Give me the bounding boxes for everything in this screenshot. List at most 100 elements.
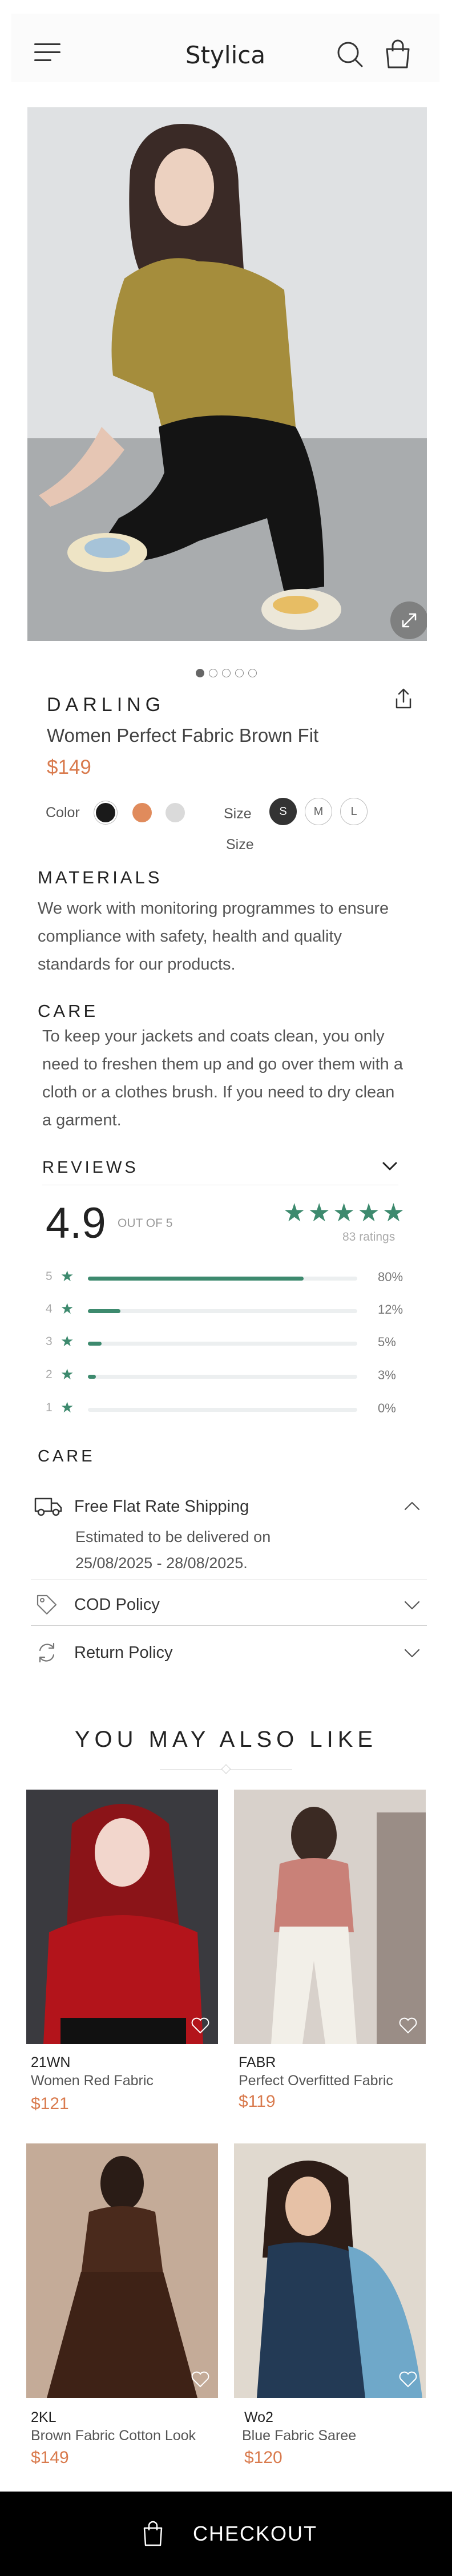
heart-icon[interactable] [398,2017,418,2034]
image-pager[interactable] [0,667,452,680]
materials-title: MATERIALS [38,867,163,887]
rating-bar-track [88,1277,357,1281]
heart-icon[interactable] [398,2371,418,2388]
truck-icon [34,1497,62,1516]
card-price: $121 [31,2094,69,2113]
app-header: Stylica [11,14,439,82]
checkout-button[interactable]: CHECKOUT [0,2492,452,2576]
rating-bar-track [88,1342,357,1346]
size-l-button[interactable]: L [340,798,368,825]
pager-dot[interactable] [220,667,232,680]
shopping-bag-icon[interactable] [382,39,413,70]
size-s-button[interactable]: S [269,798,297,825]
heart-icon[interactable] [191,2017,210,2034]
card-price: $149 [31,2448,69,2467]
card-code: FABR [239,2054,276,2070]
shipping-section-title: CARE [38,1447,95,1465]
rating-bar-row: 2 ★ 3% [46,1366,405,1385]
product-photo [26,2143,218,2398]
color-swatch-orange[interactable] [132,803,152,822]
card-name[interactable]: Brown Fabric Cotton Look [31,2428,196,2444]
search-icon[interactable] [334,39,365,70]
product-card-image[interactable] [26,1790,218,2044]
star-icon: ★ [60,1399,74,1416]
pager-dot[interactable] [193,667,206,680]
card-name[interactable]: Blue Fabric Saree [242,2428,356,2444]
average-rating: 4.9 [46,1199,106,1247]
rating-count: 83 ratings [342,1230,396,1243]
product-card-image[interactable] [26,2143,218,2398]
product-price: $149 [47,756,91,778]
rating-bar-percent: 3% [378,1368,396,1382]
chevron-up-icon[interactable] [403,1500,421,1512]
star-icon: ★ [60,1267,74,1285]
rating-bar-stars: 3 [46,1335,53,1348]
delivery-estimate-text: Estimated to be delivered on [75,1528,271,1545]
return-icon [39,1642,55,1663]
shopping-bag-icon [143,2521,163,2546]
star-icon: ★ [60,1300,74,1317]
rating-bar-percent: 12% [378,1302,403,1317]
rating-bar-track [88,1375,357,1379]
rating-bar-fill [88,1277,304,1281]
rating-bar-row: 5 ★ 80% [46,1267,405,1287]
size-guide-label[interactable]: Size [226,837,254,853]
card-code: 21WN [31,2054,71,2070]
free-shipping-title[interactable]: Free Flat Rate Shipping [74,1497,249,1516]
card-code: Wo2 [244,2409,273,2425]
rating-bar-stars: 2 [46,1368,53,1381]
rating-bar-stars: 1 [46,1401,53,1414]
card-name[interactable]: Women Red Fabric [31,2073,154,2089]
rating-bar-track [88,1408,357,1412]
product-photo [27,107,427,641]
care-title: CARE [38,1001,99,1021]
pager-dot[interactable] [207,667,219,680]
share-icon[interactable] [394,687,413,710]
card-code: 2KL [31,2409,56,2425]
star-icon: ★ [60,1366,74,1383]
size-label: Size [224,806,252,822]
rating-bar-stars: 4 [46,1302,53,1315]
materials-text: We work with monitoring programmes to en… [38,899,389,974]
rating-bar-stars: 5 [46,1270,53,1283]
card-price: $119 [239,2092,276,2111]
title-ornament [221,1764,231,1774]
related-title: YOU MAY ALSO LIKE [74,1727,378,1752]
care-text: To keep your jackets and coats clean, yo… [42,1027,403,1129]
product-card-image[interactable] [234,2143,426,2398]
pager-dot[interactable] [246,667,259,680]
size-m-button[interactable]: M [305,798,332,825]
rating-bar-row: 3 ★ 5% [46,1333,405,1352]
color-label: Color [46,805,80,821]
product-brand: DARLING [47,694,166,716]
expand-icon [402,613,417,628]
rating-bar-row: 4 ★ 12% [46,1300,405,1319]
color-swatch-black[interactable] [96,803,115,822]
product-photo [234,2143,426,2398]
product-image[interactable] [27,107,427,641]
rating-bar-fill [88,1375,96,1379]
rating-stars: ★★★★★ [283,1199,407,1227]
chevron-down-icon[interactable] [403,1599,421,1612]
brand-logo[interactable]: Stylica [11,41,439,69]
product-photo [234,1790,426,2044]
product-card-image[interactable] [234,1790,426,2044]
rating-bar-row: 1 ★ 0% [46,1399,405,1418]
pager-dot[interactable] [233,667,245,680]
rating-bar-track [88,1309,357,1313]
cod-policy-label[interactable]: COD Policy [74,1596,160,1614]
return-policy-label[interactable]: Return Policy [74,1644,172,1662]
chevron-down-icon[interactable] [381,1160,398,1173]
chevron-down-icon[interactable] [403,1647,421,1660]
divider [31,1625,427,1626]
heart-icon[interactable] [191,2371,210,2388]
rating-bar-percent: 5% [378,1335,396,1349]
color-swatch-grey[interactable] [166,803,185,822]
rating-bar-fill [88,1309,120,1313]
fullscreen-button[interactable] [390,601,427,639]
delivery-estimate-dates: 25/08/2025 - 28/08/2025. [75,1555,248,1572]
tag-icon [37,1594,57,1615]
card-name[interactable]: Perfect Overfitted Fabric [239,2073,393,2089]
star-icon: ★ [60,1333,74,1350]
reviews-title[interactable]: REVIEWS [42,1158,139,1177]
